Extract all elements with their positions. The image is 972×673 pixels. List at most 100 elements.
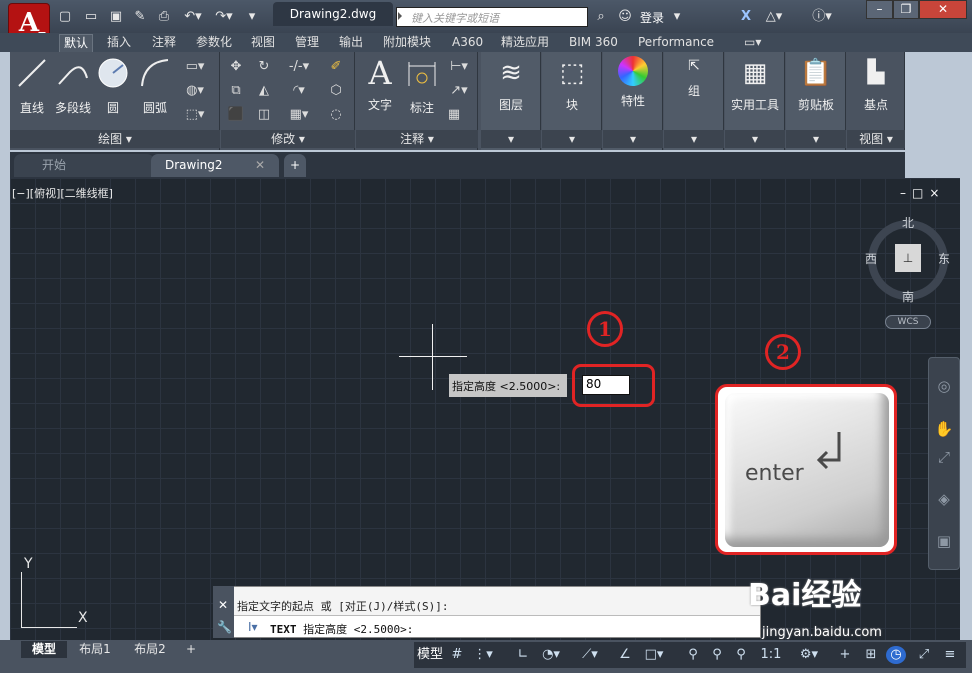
login-dropdown-icon[interactable]: ▾ (668, 8, 686, 25)
layers-panel-expand[interactable]: ▾ (481, 130, 541, 148)
group-button[interactable]: ⇱ 组 (666, 56, 722, 99)
viewport-controls-label[interactable]: [−][俯视][二维线框] (12, 185, 113, 201)
model-space-toggle[interactable]: 模型 (416, 646, 444, 664)
utilities-button[interactable]: ▦ 实用工具 (727, 56, 783, 113)
add-layout-button[interactable]: + (182, 641, 200, 658)
exchange-icon[interactable]: X (737, 8, 755, 25)
stretch-icon[interactable]: ⬛ (226, 106, 246, 124)
offset-icon[interactable]: ◌ (326, 106, 346, 124)
restore-button[interactable]: ❐ (893, 0, 919, 19)
move-icon[interactable]: ✥ (226, 58, 246, 76)
tab-performance[interactable]: Performance (638, 34, 714, 52)
clipboard-button[interactable]: 📋 剪贴板 (788, 56, 844, 113)
groups-panel-expand[interactable]: ▾ (664, 130, 724, 148)
rectangle-icon[interactable]: ▭▾ (180, 58, 210, 76)
compass-south[interactable]: 南 (902, 288, 914, 305)
customize-toolbar-icon[interactable]: ▾ (243, 8, 261, 25)
scale-icon[interactable]: ◫ (254, 106, 274, 124)
new-tab-button[interactable]: + (284, 154, 306, 177)
customization-menu-icon[interactable]: ≡ (940, 646, 960, 664)
search-expand-icon[interactable] (398, 12, 406, 20)
clipboard-panel-expand[interactable]: ▾ (786, 130, 846, 148)
snap-icon[interactable]: ⋮▾ (470, 646, 496, 664)
utilities-panel-expand[interactable]: ▾ (725, 130, 785, 148)
search-input[interactable]: 键入关键字或短语 (396, 7, 588, 27)
print-icon[interactable]: ⎙ (155, 8, 173, 25)
modify-panel-title[interactable]: 修改 ▾ (221, 130, 355, 148)
close-button[interactable]: ✕ (919, 0, 967, 19)
binoculars-icon[interactable]: ⌕ (592, 8, 610, 25)
connect-icon[interactable]: △▾ (760, 8, 788, 25)
tab-output[interactable]: 输出 (339, 34, 363, 52)
copy-icon[interactable]: ⧉ (226, 82, 246, 100)
wcs-menu[interactable]: WCS (885, 315, 931, 329)
leader-icon[interactable]: ↗▾ (444, 82, 474, 100)
showmotion-icon[interactable]: ▣ (933, 530, 955, 552)
fillet-icon[interactable]: ◜▾ (282, 82, 316, 100)
tab-parametric[interactable]: 参数化 (196, 34, 232, 52)
table-icon[interactable]: ▦ (444, 106, 464, 124)
properties-panel-expand[interactable]: ▾ (603, 130, 663, 148)
zoom-icon[interactable]: ⤢ (933, 446, 955, 468)
units-icon[interactable]: ⊞ (860, 646, 882, 664)
command-line-input[interactable]: TEXT 指定高度 <2.5000>: (234, 615, 760, 637)
trim-icon[interactable]: -/-▾ (282, 58, 316, 76)
arc-tool[interactable]: 圆弧 (138, 56, 172, 116)
view-panel-title[interactable]: 视图 ▾ (847, 130, 905, 148)
tab-layout2[interactable]: 布局2 (123, 641, 177, 658)
ribbon-display-toggle-icon[interactable]: ▭▾ (744, 34, 761, 52)
auto-scale-icon[interactable]: ⚲ (706, 646, 728, 664)
save-icon[interactable]: ▣ (107, 8, 125, 25)
isodraft-icon[interactable]: ⟋▾ (576, 646, 604, 664)
open-file-icon[interactable]: ▭ (82, 8, 100, 25)
tab-start[interactable]: 开始 (14, 154, 154, 177)
command-close-icon[interactable]: ✕ (218, 598, 228, 612)
array-icon[interactable]: ▦▾ (282, 106, 316, 124)
tab-layout1[interactable]: 布局1 (67, 641, 123, 658)
mirror-icon[interactable]: ◭ (254, 82, 274, 100)
tab-featured-apps[interactable]: 精选应用 (501, 34, 549, 52)
layers-button[interactable]: ≋ 图层 (483, 56, 539, 113)
ortho-icon[interactable]: ∟ (514, 646, 532, 664)
minimize-button[interactable]: – (866, 0, 893, 19)
annotation-visibility-icon[interactable]: ⚲ (684, 646, 702, 664)
grid-icon[interactable]: # (448, 646, 466, 664)
command-customize-icon[interactable]: 🔧 (217, 620, 232, 634)
tab-drawing2[interactable]: Drawing2 ✕ (151, 154, 279, 177)
erase-icon[interactable]: ✐ (326, 58, 346, 76)
tab-bim360[interactable]: BIM 360 (569, 34, 618, 52)
tab-close-icon[interactable]: ✕ (255, 154, 265, 176)
compass-north[interactable]: 北 (902, 214, 914, 231)
steering-wheel-icon[interactable]: ◎ (933, 375, 955, 397)
annotation-panel-title[interactable]: 注释 ▾ (356, 130, 478, 148)
quick-properties-icon[interactable]: ◷ (886, 646, 906, 664)
tab-model[interactable]: 模型 (21, 641, 67, 658)
block-button[interactable]: ⬚ 块 (544, 56, 600, 113)
orbit-icon[interactable]: ◈ (933, 488, 955, 510)
tab-insert[interactable]: 插入 (107, 34, 131, 52)
hatch-icon[interactable]: ◍▾ (180, 82, 210, 100)
polar-icon[interactable]: ◔▾ (536, 646, 566, 664)
compass-west[interactable]: 西 (865, 250, 877, 267)
viewport-window-controls[interactable]: –□× (900, 186, 945, 200)
dimension-tool[interactable]: 标注 (404, 56, 440, 116)
workspace-gear-icon[interactable]: ⚙▾ (794, 646, 824, 664)
redo-icon[interactable]: ↷▾ (210, 8, 238, 25)
draw-panel-title[interactable]: 绘图 ▾ (10, 130, 220, 148)
polyline-tool[interactable]: 多段线 (52, 56, 94, 116)
annotation-scale-value[interactable]: 1:1 (756, 646, 786, 664)
tab-addins[interactable]: 附加模块 (383, 34, 431, 52)
tab-annotate[interactable]: 注释 (152, 34, 176, 52)
osnap-icon[interactable]: □▾ (640, 646, 668, 664)
properties-button[interactable]: 特性 (605, 56, 661, 109)
undo-icon[interactable]: ↶▾ (179, 8, 207, 25)
compass-east[interactable]: 东 (938, 250, 950, 267)
login-button[interactable]: 登录 (640, 9, 664, 26)
tab-default[interactable]: 默认 (59, 34, 94, 52)
rotate-icon[interactable]: ↻ (254, 58, 274, 76)
tab-manage[interactable]: 管理 (295, 34, 319, 52)
text-tool[interactable]: A 文字 (362, 56, 398, 113)
viewcube-top-face[interactable]: ⊥ (895, 244, 921, 272)
line-tool[interactable]: 直线 (14, 56, 50, 116)
linear-dim-icon[interactable]: ⊢▾ (444, 58, 474, 76)
